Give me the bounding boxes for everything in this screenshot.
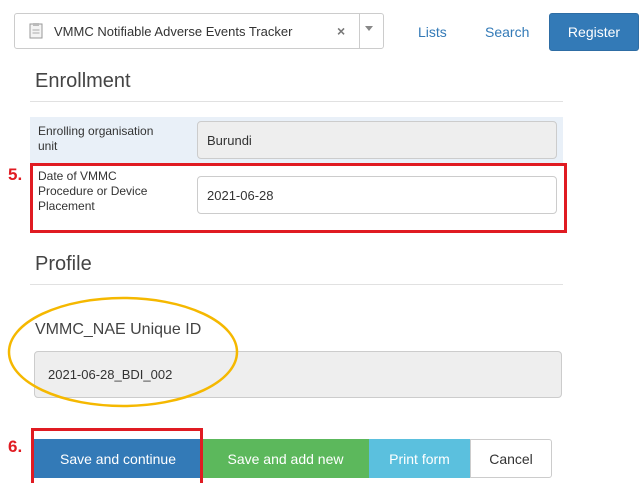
print-form-button[interactable]: Print form (369, 439, 470, 478)
step-6-highlight (31, 428, 203, 483)
step-6-marker: 6. (8, 437, 23, 456)
highlight-ellipse (7, 296, 239, 408)
cancel-button[interactable]: Cancel (470, 439, 552, 478)
save-and-add-new-button[interactable]: Save and add new (202, 439, 369, 478)
